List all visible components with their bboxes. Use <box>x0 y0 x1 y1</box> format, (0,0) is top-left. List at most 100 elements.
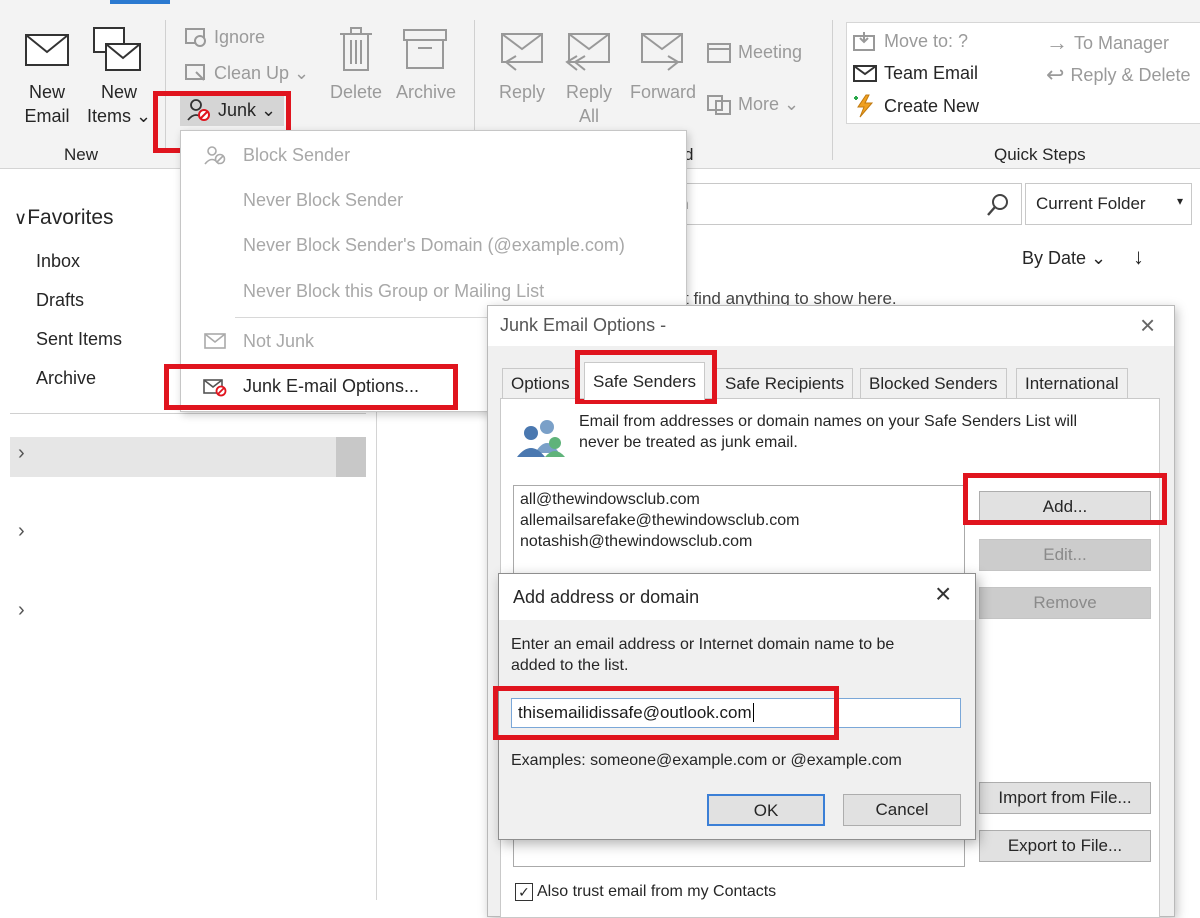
ignore-button[interactable]: Ignore <box>184 26 265 48</box>
chevron-right-icon[interactable]: › <box>18 599 25 622</box>
ok-button[interactable]: OK <box>707 794 825 826</box>
text-caret <box>752 703 754 722</box>
checkbox-checked-icon[interactable]: ✓ <box>515 883 533 901</box>
envelope-icon <box>25 34 69 66</box>
forward-button[interactable]: Forward <box>626 26 700 116</box>
search-scope-select[interactable]: Current Folder ▾ <box>1025 183 1192 225</box>
qs-reply-delete-label: Reply & Delete <box>1070 64 1191 85</box>
delete-button[interactable]: Delete <box>326 24 386 114</box>
sort-by-date[interactable]: By Date ⌄ <box>1022 248 1106 269</box>
qs-move-to[interactable]: Move to: ? <box>852 30 968 52</box>
group-label-quick-steps: Quick Steps <box>994 145 1086 164</box>
nav-item-sent-items[interactable]: Sent Items <box>36 329 122 350</box>
add-button[interactable]: Add... <box>979 491 1151 523</box>
forward-label: Forward <box>629 82 696 102</box>
meeting-button[interactable]: Meeting <box>706 40 802 64</box>
cancel-button[interactable]: Cancel <box>843 794 961 826</box>
search-scope-label: Current Folder <box>1036 194 1146 213</box>
chevron-right-icon[interactable]: › <box>18 442 25 465</box>
junk-options-icon <box>203 379 227 397</box>
clean-up-icon <box>185 64 205 81</box>
forward-icon <box>641 33 683 71</box>
junk-icon <box>187 99 210 121</box>
archive-button[interactable]: Archive <box>390 24 462 114</box>
clean-up-button[interactable]: Clean Up ⌄ <box>184 62 309 84</box>
scroll-thumb[interactable] <box>336 437 366 477</box>
import-from-file-button[interactable]: Import from File... <box>979 782 1151 814</box>
favorites-label: Favorites <box>27 206 114 229</box>
new-email-label-1: New <box>28 82 65 102</box>
reply-all-button[interactable]: Reply All <box>560 26 618 130</box>
qs-reply-delete[interactable]: ↩ Reply & Delete <box>1046 62 1191 88</box>
delete-label: Delete <box>329 82 383 102</box>
nav-item-drafts[interactable]: Drafts <box>36 290 84 311</box>
description-line-2: never be treated as junk email. <box>579 434 798 451</box>
dialog-title: Junk Email Options - <box>500 315 667 335</box>
qs-move-to-label: Move to: ? <box>884 30 969 51</box>
chevron-right-icon[interactable]: › <box>18 520 25 543</box>
trash-icon <box>340 27 372 71</box>
chevron-down-icon: ∨ <box>14 208 28 228</box>
qs-to-manager[interactable]: → To Manager <box>1046 30 1169 56</box>
nav-item-archive[interactable]: Archive <box>36 368 96 389</box>
block-sender-icon <box>204 146 226 165</box>
sort-direction-icon[interactable]: ↓ <box>1133 244 1144 270</box>
menu-never-block-domain[interactable]: Never Block Sender's Domain (@example.co… <box>243 235 625 256</box>
list-item[interactable]: notashish@thewindowsclub.com <box>514 531 964 552</box>
junk-button[interactable]: Junk ⌄ <box>180 94 285 126</box>
nav-item-inbox[interactable]: Inbox <box>36 251 80 272</box>
reply-all-icon <box>565 33 610 71</box>
safe-senders-description: Email from addresses or domain names on … <box>579 411 1159 453</box>
qs-team-email[interactable]: Team Email <box>852 62 978 84</box>
tab-options[interactable]: Options <box>502 368 579 398</box>
not-junk-icon <box>204 333 226 349</box>
tab-safe-senders[interactable]: Safe Senders <box>584 362 706 400</box>
menu-not-junk[interactable]: Not Junk <box>243 331 314 352</box>
edit-button[interactable]: Edit... <box>979 539 1151 571</box>
reply-all-label-1: Reply <box>565 82 613 102</box>
arrow-right-icon: → <box>1046 30 1068 55</box>
menu-never-block-sender[interactable]: Never Block Sender <box>243 190 403 211</box>
people-icon <box>517 420 565 457</box>
meeting-label: Meeting <box>738 41 803 62</box>
qs-to-manager-label: To Manager <box>1074 32 1170 53</box>
reply-button[interactable]: Reply <box>494 26 550 116</box>
search-icon[interactable] <box>985 192 1011 218</box>
export-to-file-button[interactable]: Export to File... <box>979 830 1151 862</box>
trust-contacts-label: Also trust email from my Contacts <box>537 883 777 900</box>
new-items-label-1: New <box>100 82 137 102</box>
add-dialog-title: Add address or domain <box>499 574 975 620</box>
more-respond-button[interactable]: More ⌄ <box>706 92 799 116</box>
close-icon[interactable]: × <box>1140 310 1155 341</box>
tab-international[interactable]: International <box>1016 368 1128 398</box>
prompt-line-2: added to the list. <box>511 657 629 674</box>
ignore-label: Ignore <box>214 26 266 47</box>
close-icon[interactable]: × <box>935 578 951 610</box>
new-items-label-2: Items ⌄ <box>86 106 152 126</box>
move-to-icon <box>853 32 875 51</box>
add-address-dialog: Add address or domain × Enter an email a… <box>498 573 976 840</box>
tab-safe-recipients[interactable]: Safe Recipients <box>716 368 854 398</box>
new-email-button[interactable]: New Email <box>12 28 82 138</box>
menu-block-sender[interactable]: Block Sender <box>243 145 350 166</box>
new-items-button[interactable]: New Items ⌄ <box>82 22 156 138</box>
trust-contacts-row[interactable]: ✓ Also trust email from my Contacts <box>515 883 776 901</box>
tab-blocked-senders[interactable]: Blocked Senders <box>860 368 1007 398</box>
list-item[interactable]: all@thewindowsclub.com <box>514 486 964 510</box>
lightning-icon <box>854 94 874 118</box>
menu-never-block-group[interactable]: Never Block this Group or Mailing List <box>243 281 544 302</box>
junk-label: Junk ⌄ <box>218 99 277 120</box>
list-item[interactable]: allemailsarefake@thewindowsclub.com <box>514 510 964 531</box>
account-row[interactable] <box>10 437 366 477</box>
address-input[interactable]: thisemailidissafe@outlook.com <box>511 698 961 728</box>
group-separator <box>165 20 166 150</box>
qs-create-new[interactable]: Create New <box>852 94 979 118</box>
description-line-1: Email from addresses or domain names on … <box>579 413 1077 430</box>
menu-junk-email-options[interactable]: Junk E-mail Options... <box>243 376 419 397</box>
reply-arrow-icon: ↩ <box>1046 62 1065 87</box>
remove-button[interactable]: Remove <box>979 587 1151 619</box>
new-email-label-2: Email <box>24 106 70 126</box>
favorites-header[interactable]: ∨Favorites <box>14 206 114 230</box>
reply-all-label-2: All <box>578 106 599 126</box>
ignore-icon <box>185 28 206 47</box>
